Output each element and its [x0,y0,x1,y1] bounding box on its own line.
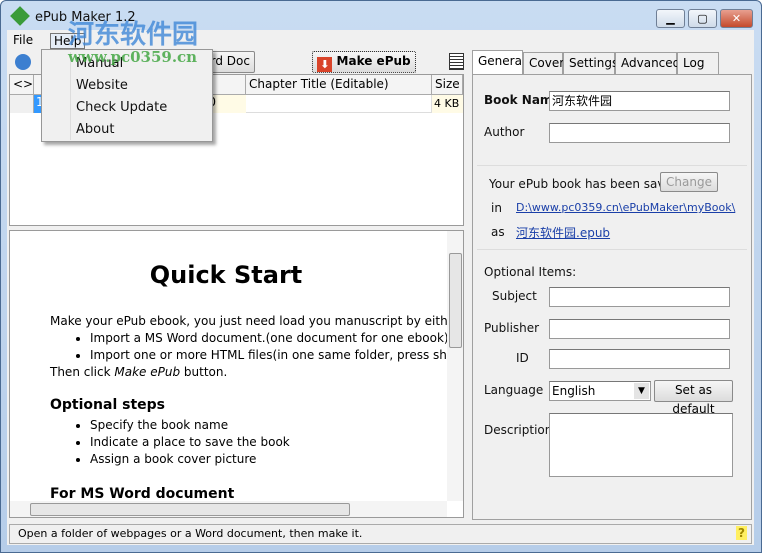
as-label: as [491,225,505,239]
row-handle[interactable] [10,95,34,113]
watermark-url: www.pc0359.cn [68,48,198,66]
chapter-title-cell[interactable] [246,95,432,113]
tab-cover[interactable]: Cover [523,52,564,74]
client-area: File Help ord Doc ⬇ Make ePub <> Chapter… [7,30,754,545]
column-header-size[interactable]: Size [432,75,463,95]
subject-label: Subject [492,289,537,303]
status-bar: Open a folder of webpages or a Word docu… [9,524,752,544]
description-textarea[interactable] [549,413,733,477]
description-label: Description [484,423,553,437]
doc-then: Then click Make ePub button. [50,365,228,379]
help-question-icon[interactable]: ? [736,526,747,540]
id-input[interactable] [549,349,730,369]
open-icon[interactable] [15,54,31,70]
saved-text: Your ePub book has been saved [489,177,680,191]
author-label: Author [484,125,525,139]
doc-bullet: Assign a book cover picture [90,451,463,468]
id-label: ID [516,351,529,365]
filename-link[interactable]: 河东软件园.epub [516,224,610,241]
size-cell: 4 KB [432,95,463,113]
doc-bullet: Specify the book name [90,417,463,434]
doc-word-heading: For MS Word document [50,486,235,502]
menu-item-website[interactable]: Website [76,78,128,93]
list-view-icon[interactable] [449,53,464,70]
close-button[interactable]: ✕ [720,9,753,28]
divider [477,249,747,250]
quick-start-preview: Quick Start Make your ePub ebook, you ju… [9,230,464,518]
set-as-default-button[interactable]: Set as default [654,380,733,416]
tab-settings[interactable]: Settings [563,52,618,74]
menu-item-check-update[interactable]: Check Update [76,100,167,115]
save-path-link[interactable]: D:\www.pc0359.cn\ePubMaker\myBook\ [516,201,735,214]
horizontal-scrollbar[interactable] [10,501,447,517]
vertical-scrollbar[interactable] [447,231,463,501]
column-header-chapter-title[interactable]: Chapter Title (Editable) [246,75,432,95]
doc-bullet: Import one or more HTML files(in one sam… [90,347,463,364]
general-tab-panel: Book Name 河东软件园 Author Your ePub book ha… [472,74,752,520]
in-label: in [491,201,502,215]
publisher-input[interactable] [549,319,730,339]
maximize-button[interactable]: ▢ [688,9,717,28]
doc-bullet: Import a MS Word document.(one document … [90,330,463,347]
app-logo-icon [10,6,30,26]
column-header-order[interactable]: <> [10,75,34,95]
make-epub-button[interactable]: ⬇ Make ePub [312,51,416,73]
tab-log[interactable]: Log [677,52,719,74]
language-select[interactable]: English ▼ [549,381,651,401]
publisher-label: Publisher [484,321,540,335]
divider [477,165,747,166]
tab-general[interactable]: General [472,50,525,74]
doc-optional-heading: Optional steps [50,397,165,413]
menu-file[interactable]: File [10,33,36,47]
chevron-down-icon[interactable]: ▼ [634,383,649,399]
watermark-name: 河东软件园 [68,20,199,50]
change-button[interactable]: Change [660,172,718,192]
doc-intro: Make your ePub ebook, you just need load… [50,314,464,328]
scrollbar-thumb[interactable] [449,253,462,348]
scrollbar-thumb[interactable] [30,503,350,516]
menu-item-about[interactable]: About [76,122,114,137]
book-name-input[interactable]: 河东软件园 [549,91,730,111]
settings-tabs: General Cover Settings Advanced Log Book… [472,50,752,520]
status-text: Open a folder of webpages or a Word docu… [18,527,363,540]
minimize-button[interactable]: ▁ [656,9,685,28]
language-label: Language [484,383,544,397]
doc-bullet: Indicate a place to save the book [90,434,463,451]
author-input[interactable] [549,123,730,143]
download-arrow-icon: ⬇ [317,57,333,72]
subject-input[interactable] [549,287,730,307]
tab-advanced[interactable]: Advanced [615,52,680,74]
optional-items-label: Optional Items: [484,265,577,279]
doc-heading: Quick Start [149,261,303,289]
